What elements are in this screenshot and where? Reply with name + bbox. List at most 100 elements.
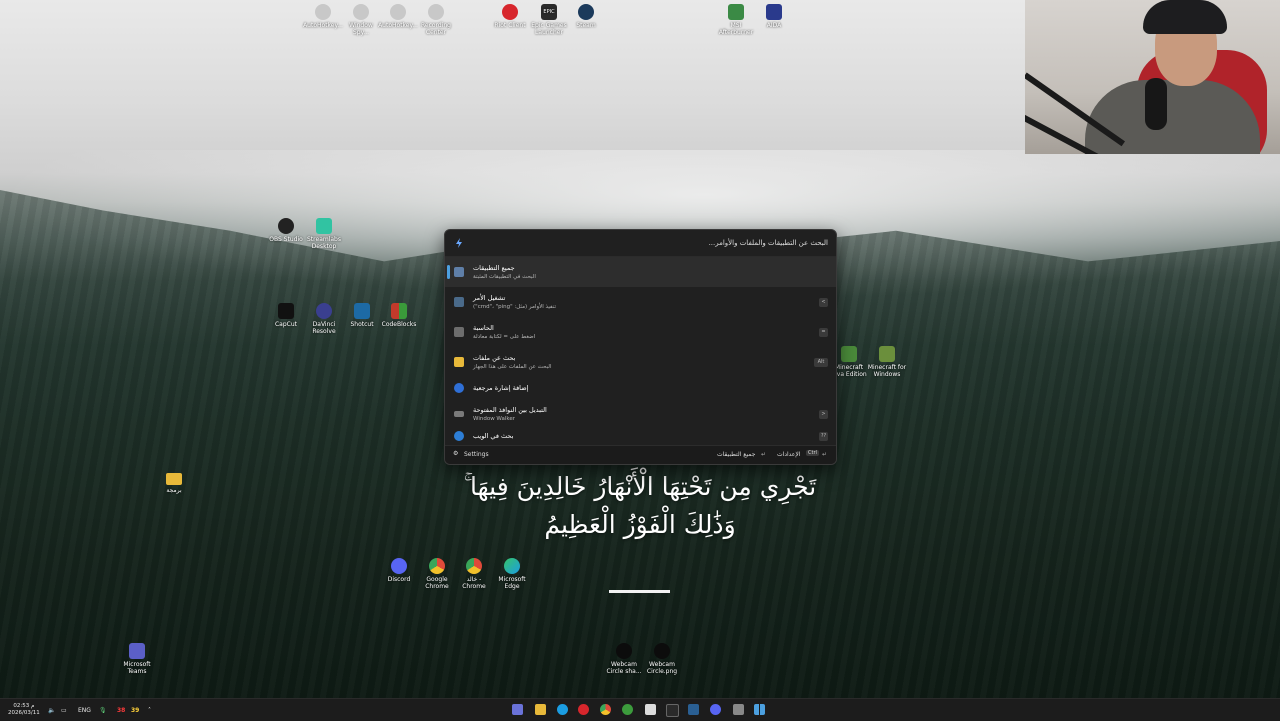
grid-icon xyxy=(454,267,464,277)
gear-icon[interactable]: ⚙ xyxy=(453,450,458,457)
verse-underline xyxy=(609,590,670,593)
capcut-icon xyxy=(278,303,294,319)
taskbar-file-explorer[interactable] xyxy=(535,704,546,715)
webcam-person-cap xyxy=(1143,0,1227,34)
clock-time: 02:53 م xyxy=(13,703,35,709)
footer-settings[interactable]: الإعدادات xyxy=(777,451,800,458)
chrome-icon xyxy=(466,558,482,574)
desktop-icon-riot-client[interactable]: Riot Client xyxy=(490,4,530,29)
settings-link[interactable]: Settings xyxy=(464,451,489,458)
verse-line-2: وَذَٰلِكَ الْفَوْزُ الْعَظِيمُ xyxy=(544,510,736,539)
result-shortcut-hint: < xyxy=(819,409,828,419)
desktop-icon-aida[interactable]: AIDA xyxy=(754,4,794,29)
desktop-icon-label: AIDA xyxy=(766,22,782,29)
desktop-icon-epic-games[interactable]: EPIC Epic Games Launcher xyxy=(529,4,569,36)
verse-line-1: تَجْرِي مِن تَحْتِهَا الْأَنْهَارُ خَالِ… xyxy=(463,472,817,501)
app-icon xyxy=(353,4,369,20)
desktop-icon-teams[interactable]: Microsoft Teams xyxy=(117,643,157,675)
shotcut-icon xyxy=(354,303,370,319)
footer-all-apps[interactable]: جميع التطبيقات xyxy=(717,451,755,458)
result-title: تشغيل الأمر xyxy=(473,293,506,302)
desktop-folder-programming[interactable]: برمجة xyxy=(154,473,194,494)
taskbar-epic[interactable] xyxy=(666,704,679,717)
start-button[interactable] xyxy=(754,704,765,715)
microphone-icon[interactable]: 🎙 xyxy=(99,699,107,721)
taskbar-edge[interactable] xyxy=(557,704,568,715)
steam-icon xyxy=(578,4,594,20)
chrome-icon xyxy=(429,558,445,574)
desktop-icon-label: Microsoft Edge xyxy=(498,576,526,590)
desktop-icon-recording-center[interactable]: Recording Center xyxy=(416,4,456,36)
desktop-icon-window-spy[interactable]: Window Spy... xyxy=(341,4,381,36)
launcher-search-bar[interactable]: البحث عن التطبيقات والملفات والأوامر... xyxy=(445,230,836,257)
desktop-icon-google-chrome[interactable]: Google Chrome xyxy=(417,558,457,590)
desktop-icon-steam[interactable]: Steam xyxy=(566,4,606,29)
taskbar-chrome[interactable] xyxy=(600,704,611,715)
taskbar-launcher-app[interactable] xyxy=(512,704,523,715)
desktop-icon-minecraft-windows[interactable]: Minecraft for Windows xyxy=(867,346,907,378)
aida-icon xyxy=(766,4,782,20)
taskbar-calendar[interactable] xyxy=(645,704,656,715)
gpu-temp: 39 xyxy=(131,706,140,714)
taskbar-xbox[interactable] xyxy=(622,704,633,715)
desktop-icon-webcam-circle-png[interactable]: Webcam Circle.png xyxy=(642,643,682,675)
result-title: جميع التطبيقات xyxy=(473,263,515,272)
clock[interactable]: 02:53 م 2026/03/11 xyxy=(8,699,40,721)
volume-icon[interactable]: 🔈 xyxy=(48,699,55,721)
wallpaper-verse: تَجْرِي مِن تَحْتِهَا الْأَنْهَارُ خَالِ… xyxy=(440,468,840,544)
desktop-icon-webcam-circle-shader[interactable]: Webcam Circle sha... xyxy=(604,643,644,675)
result-subtitle: تنفيذ الأوامر (مثل: "cmd"، "ping") xyxy=(473,303,557,310)
desktop-icon-autohotkey-2[interactable]: AutoHotkey... xyxy=(378,4,418,29)
desktop-icon-discord[interactable]: Discord xyxy=(379,558,419,583)
desktop-icon-chrome-profile[interactable]: خالد - Chrome xyxy=(454,558,494,590)
language-indicator[interactable]: ENG xyxy=(78,699,91,721)
result-all-apps[interactable]: جميع التطبيقات البحث في التطبيقات المثبتة xyxy=(445,257,836,287)
desktop-icon-label: Microsoft Teams xyxy=(123,661,151,675)
desktop-icon-label: CodeBlocks xyxy=(381,321,417,328)
app-icon xyxy=(390,4,406,20)
desktop-icon-shotcut[interactable]: Shotcut xyxy=(342,303,382,328)
desktop-icon-label: Streamlabs Desktop xyxy=(307,236,341,250)
taskbar-discord[interactable] xyxy=(710,704,721,715)
result-shortcut-hint: ?? xyxy=(819,431,828,441)
desktop-icon-edge[interactable]: Microsoft Edge xyxy=(492,558,532,590)
desktop-icon-label: AutoHotkey... xyxy=(303,22,343,29)
ctrl-key-badge: Ctrl xyxy=(806,450,819,456)
afterburner-icon xyxy=(728,4,744,20)
search-input[interactable]: البحث عن التطبيقات والملفات والأوامر... xyxy=(709,239,828,247)
result-window-walker[interactable]: التبديل بين النوافذ المفتوحة Window Walke… xyxy=(445,399,836,429)
desktop-icon-autohotkey-1[interactable]: AutoHotkey... xyxy=(303,4,343,29)
desktop-icon-streamlabs[interactable]: Streamlabs Desktop xyxy=(304,218,344,250)
epic-icon: EPIC xyxy=(541,4,557,20)
desktop-icon-label: Webcam Circle sha... xyxy=(606,661,642,675)
desktop-icon-label: خالد - Chrome xyxy=(462,576,486,590)
taskbar-steam[interactable] xyxy=(688,704,699,715)
desktop-icon-msi-afterburner[interactable]: MSI Afterburner xyxy=(716,4,756,36)
desktop-icon-label: Steam xyxy=(576,22,596,29)
chevron-up-icon[interactable]: ˄ xyxy=(148,699,151,721)
result-web-search[interactable]: بحث في الويب ?? xyxy=(445,429,836,443)
result-title: التبديل بين النوافذ المفتوحة xyxy=(473,405,547,414)
terminal-icon xyxy=(454,297,464,307)
desktop-icon-label: Epic Games Launcher xyxy=(531,22,567,36)
desktop-icon-label: Recording Center xyxy=(420,22,451,36)
taskbar-terminal[interactable] xyxy=(733,704,744,715)
desktop-icon-davinci[interactable]: DaVinci Resolve xyxy=(304,303,344,335)
result-subtitle: اضغط على = لكتابة معادلة xyxy=(473,333,536,340)
result-add-bookmark[interactable]: إضافة إشارة مرجعية xyxy=(445,377,836,399)
discord-icon xyxy=(391,558,407,574)
result-run-command[interactable]: تشغيل الأمر تنفيذ الأوامر (مثل: "cmd"، "p… xyxy=(445,287,836,317)
minecraft-icon xyxy=(879,346,895,362)
desktop-icon-obs-studio[interactable]: OBS Studio xyxy=(266,218,306,243)
network-icon[interactable]: ▭ xyxy=(61,699,67,721)
desktop-icon-capcut[interactable]: CapCut xyxy=(266,303,306,328)
desktop-icon-label: OBS Studio xyxy=(269,236,303,243)
taskbar-opera[interactable] xyxy=(578,704,589,715)
result-calculator[interactable]: الحاسبة اضغط على = لكتابة معادلة = xyxy=(445,317,836,347)
desktop-icon-label: AutoHotkey... xyxy=(378,22,418,29)
result-file-search[interactable]: بحث عن ملفات البحث عن الملفات على هذا الج… xyxy=(445,347,836,377)
result-shortcut-hint: Alt xyxy=(814,357,828,367)
launcher-results: جميع التطبيقات البحث في التطبيقات المثبتة… xyxy=(445,257,836,443)
cpu-temp: 38 xyxy=(117,706,126,714)
desktop-icon-codeblocks[interactable]: CodeBlocks xyxy=(379,303,419,328)
